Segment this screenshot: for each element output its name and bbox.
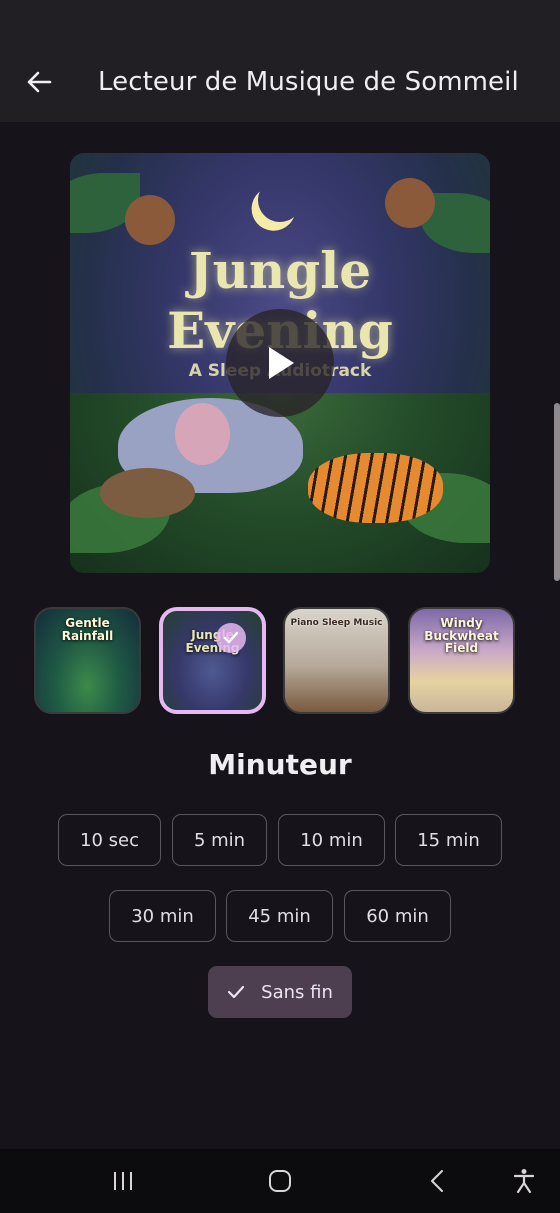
back-chevron-icon	[431, 1170, 443, 1192]
track-label: Gentle Rainfall	[61, 616, 114, 643]
track-thumbnail-gentle-rainfall[interactable]: Gentle Rainfall	[34, 607, 141, 714]
accessibility-icon	[513, 1169, 535, 1194]
accessibility-button[interactable]	[484, 1149, 560, 1213]
recents-icon	[114, 1172, 132, 1190]
tiger-icon	[308, 453, 443, 523]
track-label: Windy Buckwheat Field	[424, 616, 499, 656]
timer-chip-45-min[interactable]: 45 min	[226, 890, 333, 942]
timer-chip-15-min[interactable]: 15 min	[395, 814, 502, 866]
play-button[interactable]	[226, 309, 334, 417]
track-label: Piano Sleep Music	[290, 618, 383, 628]
track-thumbnail-windy-buckwheat-field[interactable]: Windy Buckwheat Field	[408, 607, 515, 714]
timer-chip-sans-fin[interactable]: Sans fin	[208, 966, 352, 1018]
timer-chip-30-min[interactable]: 30 min	[109, 890, 216, 942]
scrollbar[interactable]	[554, 403, 560, 581]
timer-chip-10-min[interactable]: 10 min	[278, 814, 385, 866]
home-button[interactable]	[240, 1149, 320, 1213]
system-nav-bar	[0, 1149, 560, 1213]
system-back-button[interactable]	[397, 1149, 477, 1213]
back-button[interactable]	[0, 42, 78, 122]
monkey-icon	[125, 195, 175, 245]
home-icon	[269, 1170, 291, 1192]
track-label: Jungle Evening	[185, 628, 240, 655]
cover-title-line1: Jungle	[188, 241, 372, 300]
sloth-icon	[100, 468, 195, 518]
check-icon	[227, 985, 245, 999]
play-icon	[269, 347, 294, 379]
timer-title: Minuteur	[208, 748, 352, 781]
recents-button[interactable]	[83, 1149, 163, 1213]
app-bar: Lecteur de Musique de Sommeil	[0, 42, 560, 122]
monkey-icon	[385, 178, 435, 228]
track-thumbnail-piano-sleep-music[interactable]: Piano Sleep Music	[283, 607, 390, 714]
timer-chip-10-sec[interactable]: 10 sec	[58, 814, 161, 866]
selected-check-badge	[216, 623, 246, 653]
timer-chip-label: Sans fin	[261, 981, 333, 1003]
track-thumbnail-jungle-evening[interactable]: Jungle Evening	[159, 607, 266, 714]
elephant-ear	[175, 403, 230, 465]
check-icon	[223, 631, 239, 644]
timer-chip-60-min[interactable]: 60 min	[344, 890, 451, 942]
moon-icon	[252, 172, 308, 228]
timer-chip-5-min[interactable]: 5 min	[172, 814, 267, 866]
status-bar	[0, 0, 560, 42]
arrow-left-icon	[27, 71, 52, 93]
page-title: Lecteur de Musique de Sommeil	[98, 67, 519, 97]
